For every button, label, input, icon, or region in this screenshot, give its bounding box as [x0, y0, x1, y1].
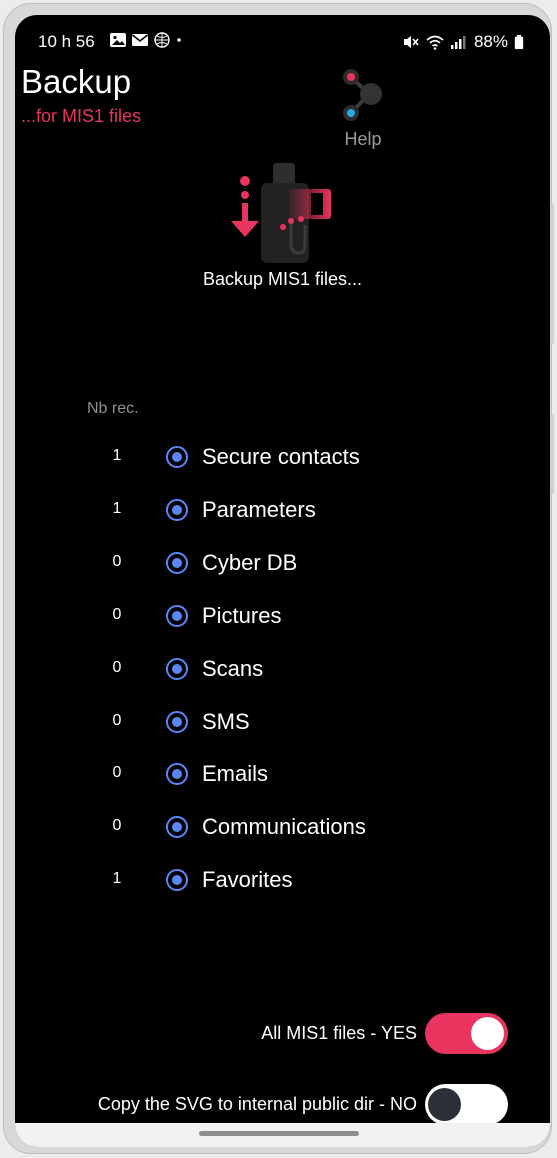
all-files-toggle-row: All MIS1 files - YES	[15, 1013, 550, 1057]
record-count: 1	[112, 447, 122, 464]
list-item[interactable]: 1 Parameters	[15, 492, 550, 532]
radio-button[interactable]	[166, 763, 188, 786]
list-item-label: Secure contacts	[202, 444, 360, 469]
radio-button[interactable]	[166, 657, 188, 680]
phone-body: 10 h 56 88% Backup ...for MIS1 files Hel…	[3, 3, 554, 1154]
record-count: 1	[112, 499, 122, 517]
list-item-label: Parameters	[202, 496, 316, 522]
mute-icon	[403, 36, 419, 48]
radio-selected-dot	[172, 769, 182, 780]
record-count: 0	[112, 552, 122, 570]
radio-button[interactable]	[166, 816, 188, 839]
radio-selected-dot	[172, 875, 182, 886]
copy-svg-toggle-row: Copy the SVG to internal public dir - NO	[15, 1084, 550, 1128]
list-item[interactable]: 0 Pictures	[15, 598, 550, 638]
record-count: 0	[112, 817, 122, 835]
list-item[interactable]: 0 Scans	[15, 651, 550, 691]
radio-button[interactable]	[166, 710, 188, 733]
list-item[interactable]: 0 SMS	[15, 704, 550, 744]
status-system: 88%	[402, 32, 524, 52]
usb-backup-icon	[231, 163, 331, 263]
list-item-label: Emails	[202, 761, 269, 787]
radio-selected-dot	[172, 663, 182, 674]
hero-label: Backup MIS1 files...	[202, 269, 363, 289]
radio-button[interactable]	[166, 604, 188, 627]
battery-icon	[514, 34, 524, 50]
record-count: 0	[112, 711, 122, 729]
share-nodes-icon	[343, 69, 382, 121]
switch-knob	[428, 1088, 461, 1121]
list-item[interactable]: 0 Communications	[15, 809, 550, 849]
radio-button[interactable]	[166, 446, 188, 468]
record-count: 1	[112, 870, 122, 888]
record-count: 0	[112, 764, 122, 782]
radio-button[interactable]	[166, 551, 188, 574]
list-item-label: Scans	[202, 655, 264, 681]
status-bar: 10 h 56 88%	[15, 15, 550, 63]
radio-button[interactable]	[166, 869, 188, 892]
list-item[interactable]: 0 Emails	[15, 756, 550, 796]
page-subtitle: ...for MIS1 files	[21, 106, 142, 126]
status-notifications	[109, 32, 187, 48]
list-item[interactable]: 0 Cyber DB	[15, 545, 550, 585]
record-count: 0	[112, 658, 122, 676]
screen: 10 h 56 88% Backup ...for MIS1 files Hel…	[15, 15, 550, 1147]
copy-svg-toggle-label: Copy the SVG to internal public dir - NO	[97, 1094, 417, 1114]
count-column-header: Nb rec.	[87, 400, 139, 417]
volume-button	[550, 204, 554, 344]
switch-knob	[471, 1017, 504, 1050]
list-item-label: SMS	[202, 708, 250, 734]
list-item-label: Cyber DB	[202, 549, 298, 575]
battery-percent: 88%	[473, 32, 508, 51]
all-files-switch[interactable]	[425, 1013, 508, 1054]
help-button[interactable]: Help	[333, 67, 393, 153]
power-button	[550, 414, 554, 494]
device-frame: 10 h 56 88% Backup ...for MIS1 files Hel…	[0, 0, 557, 1158]
image-icon	[110, 33, 126, 47]
list-item[interactable]: 1 Favorites	[15, 862, 550, 902]
mail-icon	[132, 34, 148, 46]
radio-selected-dot	[172, 822, 182, 833]
globe-icon	[154, 32, 170, 48]
dot-icon	[177, 38, 181, 42]
list-item-label: Favorites	[202, 867, 293, 893]
all-files-toggle-label: All MIS1 files - YES	[261, 1023, 417, 1043]
list-item-label: Pictures	[202, 602, 282, 628]
help-label: Help	[344, 129, 382, 149]
page-title: Backup	[21, 63, 132, 100]
navigation-bar	[15, 1123, 550, 1147]
status-time: 10 h 56	[38, 32, 95, 51]
list-item[interactable]: 1 Secure contacts	[15, 439, 550, 479]
radio-button[interactable]	[166, 498, 188, 521]
radio-selected-dot	[172, 452, 182, 462]
radio-selected-dot	[172, 716, 182, 727]
radio-selected-dot	[172, 610, 182, 621]
record-count: 0	[112, 605, 122, 623]
copy-svg-switch[interactable]	[425, 1084, 508, 1125]
wifi-icon	[426, 35, 444, 50]
radio-selected-dot	[172, 504, 182, 515]
list-item-label: Communications	[202, 814, 366, 840]
home-gesture-handle[interactable]	[199, 1131, 359, 1136]
radio-selected-dot	[172, 557, 182, 568]
signal-icon	[450, 36, 466, 49]
